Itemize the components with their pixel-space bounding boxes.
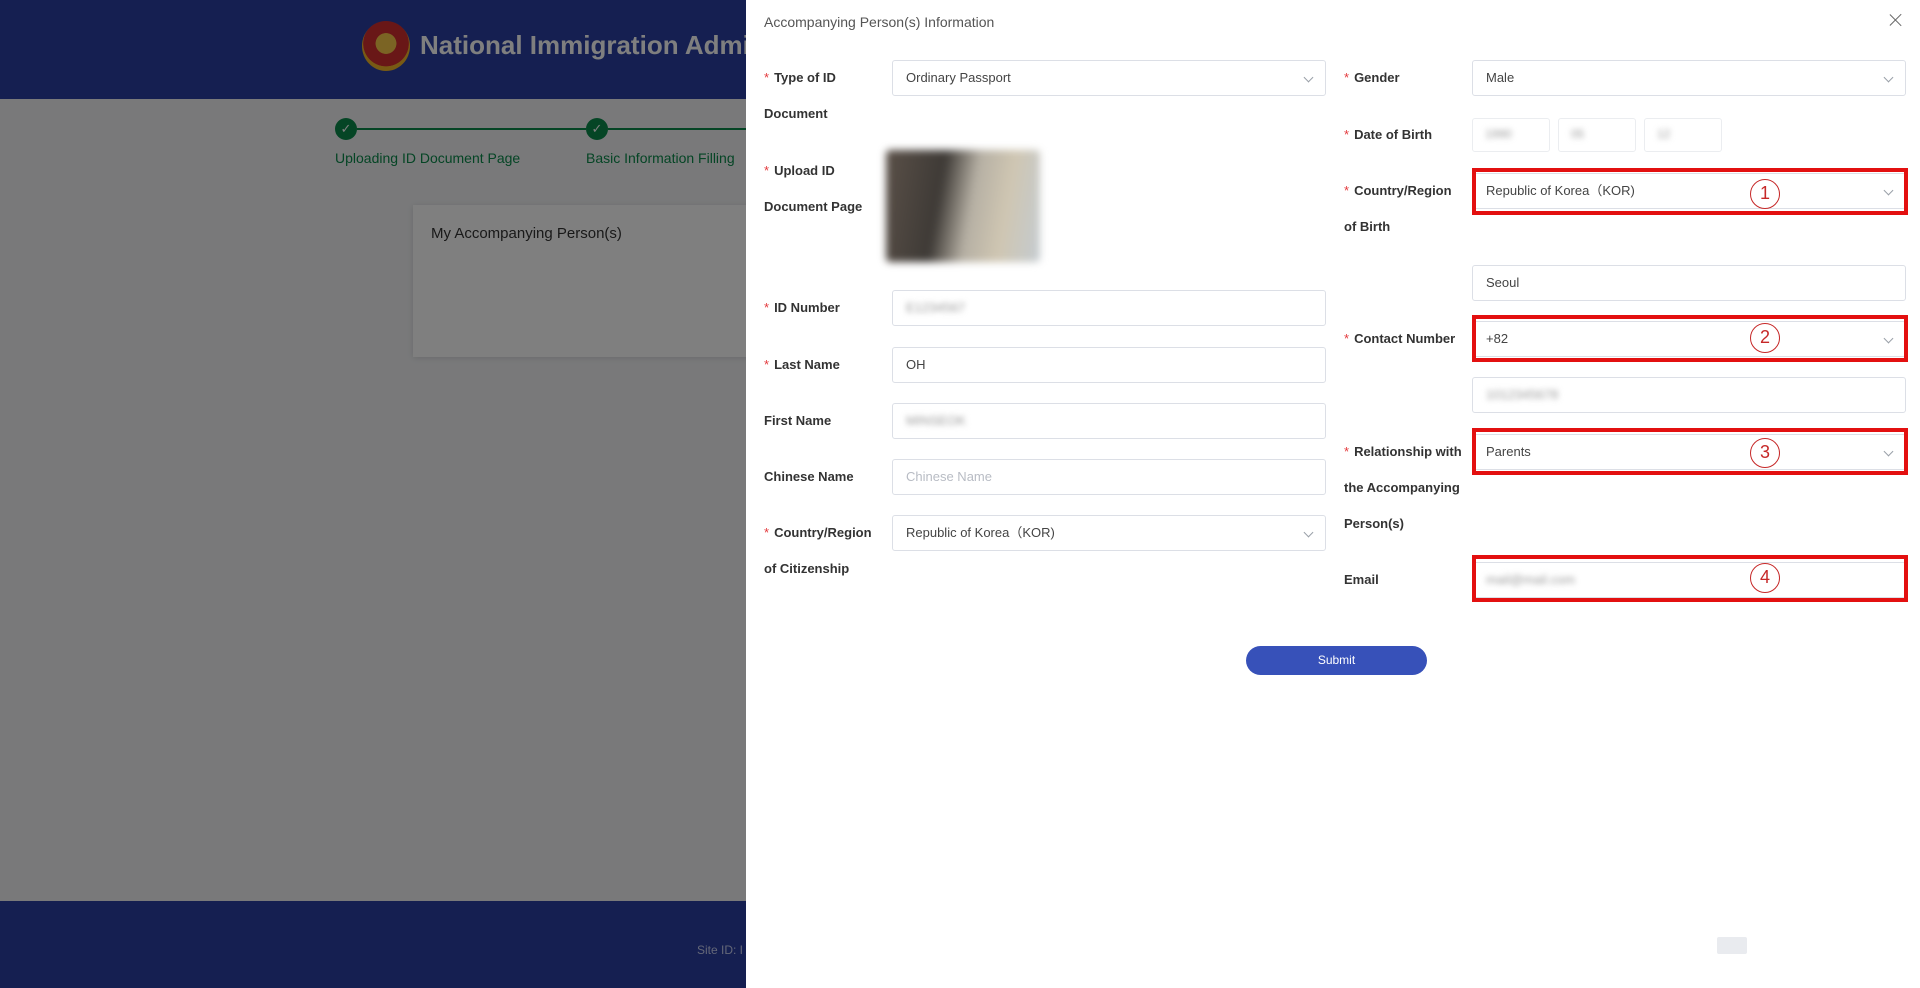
relationship-label: * Relationship with [1344, 444, 1462, 459]
citizenship-label-line2: of Citizenship [764, 561, 850, 576]
annotation-number-3: 3 [1750, 438, 1780, 468]
id-number-input[interactable]: E1234567 [892, 290, 1326, 326]
chevron-down-icon [1303, 72, 1314, 83]
type-of-id-select[interactable]: Ordinary Passport [892, 60, 1326, 96]
id-number-label: * ID Number [764, 300, 840, 315]
first-name-input[interactable]: MINSEOK [892, 403, 1326, 439]
chinese-name-label: Chinese Name [764, 469, 854, 484]
annotation-number-4: 4 [1750, 563, 1780, 593]
highlight-box-3 [1472, 428, 1908, 475]
gender-label: * Gender [1344, 70, 1400, 85]
footer-badge [1717, 937, 1747, 954]
upload-id-label: * Upload ID [764, 163, 835, 178]
highlight-box-2 [1472, 315, 1908, 362]
type-of-id-label-line2: Document [764, 106, 828, 121]
type-of-id-label: * Type of ID [764, 70, 836, 85]
gender-select[interactable]: Male [1472, 60, 1906, 96]
highlight-box-1 [1472, 168, 1908, 215]
email-label: Email [1344, 572, 1379, 587]
dob-year-select[interactable]: 1990 [1472, 118, 1550, 152]
citizenship-label: * Country/Region [764, 525, 872, 540]
first-name-label: First Name [764, 413, 832, 428]
birth-city-input[interactable]: Seoul [1472, 265, 1906, 301]
annotation-number-2: 2 [1750, 323, 1780, 353]
last-name-label: * Last Name [764, 357, 840, 372]
id-document-photo[interactable] [886, 150, 1040, 262]
contact-number-label: * Contact Number [1344, 331, 1456, 346]
phone-number-input[interactable]: 1012345678 [1472, 377, 1906, 413]
drawer-title: Accompanying Person(s) Information [764, 14, 995, 30]
close-icon[interactable] [1886, 10, 1906, 30]
relationship-label-line3: Person(s) [1344, 516, 1404, 531]
chevron-down-icon [1303, 527, 1314, 538]
citizenship-select[interactable]: Republic of Korea（KOR) [892, 515, 1326, 551]
highlight-box-4 [1472, 555, 1908, 602]
accompanying-person-drawer: Accompanying Person(s) Information * Type… [746, 0, 1920, 988]
submit-button[interactable]: Submit [1246, 646, 1427, 675]
upload-id-label-line2: Document Page [764, 199, 863, 214]
last-name-input[interactable]: OH [892, 347, 1326, 383]
chinese-name-input[interactable]: Chinese Name [892, 459, 1326, 495]
chevron-down-icon [1883, 72, 1894, 83]
birth-country-label: * Country/Region [1344, 183, 1452, 198]
annotation-number-1: 1 [1750, 179, 1780, 209]
dob-label: * Date of Birth [1344, 127, 1433, 142]
dob-day-select[interactable]: 12 [1644, 118, 1722, 152]
dob-month-select[interactable]: 05 [1558, 118, 1636, 152]
birth-country-label-line2: of Birth [1344, 219, 1391, 234]
relationship-label-line2: the Accompanying [1344, 480, 1460, 495]
